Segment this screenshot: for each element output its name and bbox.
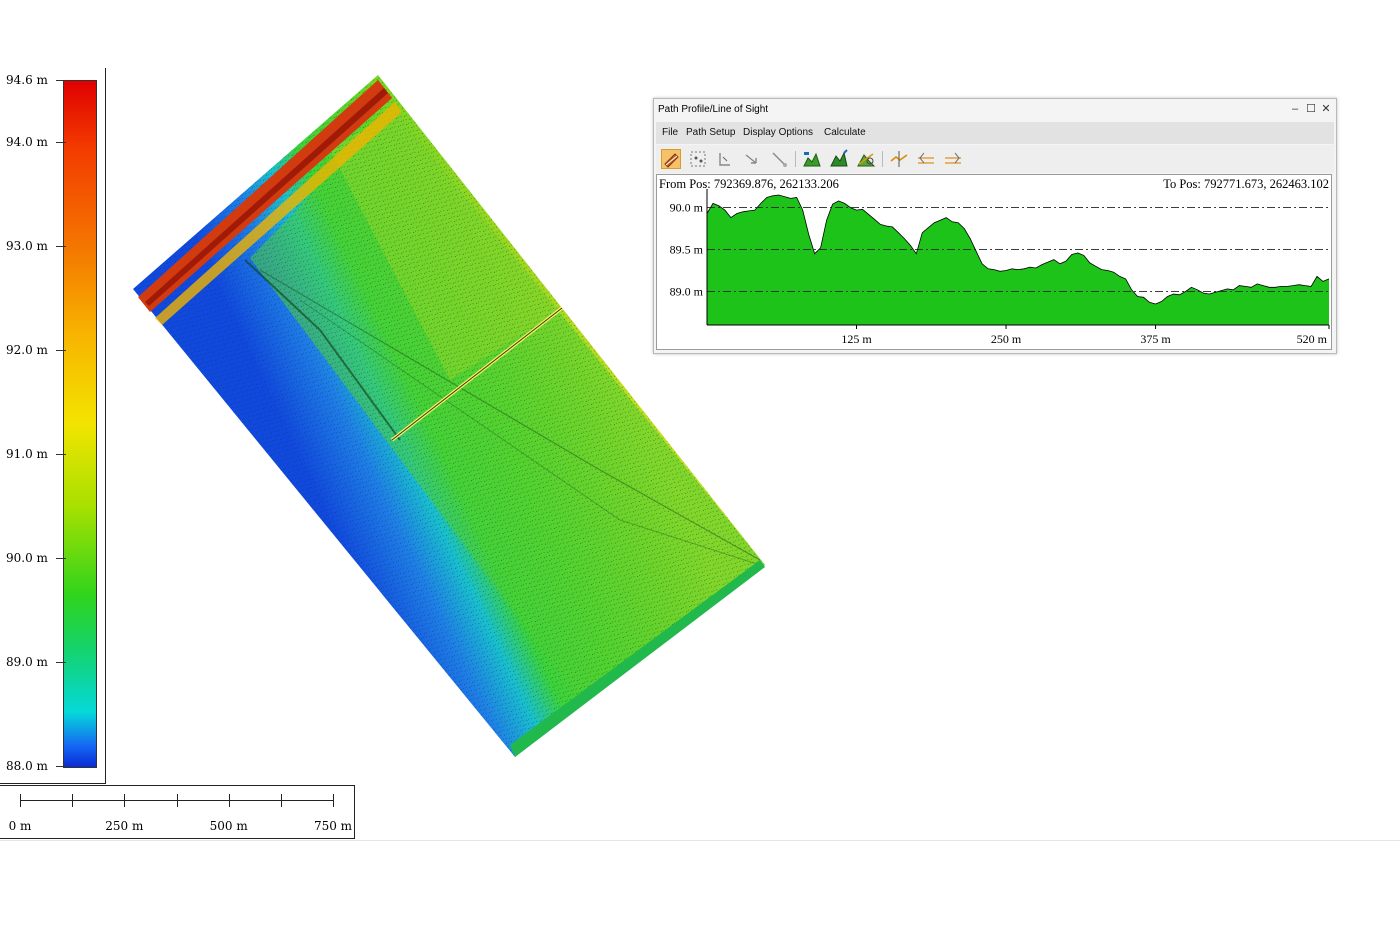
scale-bar-tick (124, 794, 126, 807)
profile-chart[interactable]: 90.0 m 89.5 m 89.0 m 125 m 250 m 375 m 520 m (657, 175, 1331, 349)
edit-points-button[interactable] (715, 149, 735, 169)
clear-path-icon (772, 152, 787, 167)
toolbar (656, 145, 1334, 173)
edit-points-icon (719, 153, 730, 166)
profile-area (707, 195, 1329, 325)
scale-bar: 0 m 250 m 500 m 750 m (0, 785, 355, 839)
divider (0, 840, 1400, 841)
add-marker-button[interactable] (889, 149, 909, 169)
minimize-button[interactable]: – (1288, 102, 1302, 116)
select-points-button[interactable] (688, 149, 708, 169)
prev-marker-button[interactable] (916, 149, 936, 169)
legend-tick-label: 91.0 m (6, 447, 66, 462)
menu-bar: File Path Setup Display Options Calculat… (656, 122, 1334, 144)
profile-chart-area[interactable]: 90.0 m 89.5 m 89.0 m 125 m 250 m 375 m 520 m F… (656, 174, 1332, 350)
maximize-button[interactable]: ☐ (1304, 102, 1318, 116)
scale-bar-label: 0 m (8, 819, 32, 833)
menu-path-setup[interactable]: Path Setup (686, 127, 735, 138)
draw-path-button[interactable] (661, 149, 681, 169)
elevation-legend: 94.6 m 94.0 m 93.0 m 92.0 m 91.0 m 90.0 m 89.0… (0, 68, 106, 784)
draw-path-icon (664, 153, 679, 168)
scale-bar-tick (228, 794, 230, 807)
terrain-profile-button[interactable] (802, 149, 822, 169)
legend-color-bar (63, 80, 97, 768)
line-of-sight-button[interactable] (856, 149, 876, 169)
scale-bar-tick (72, 794, 74, 807)
legend-tick-label: 94.0 m (6, 135, 66, 150)
x-tick-label: 250 m (991, 332, 1022, 346)
x-tick-label: 125 m (841, 332, 872, 346)
legend-tick-label: 93.0 m (6, 239, 66, 254)
menu-file[interactable]: File (662, 127, 678, 138)
legend-tick-label: 90.0 m (6, 551, 66, 566)
terrain-fill-button[interactable] (829, 149, 849, 169)
line-of-sight-icon (857, 153, 876, 167)
legend-tick-label: 88.0 m (6, 759, 66, 773)
add-marker-icon (890, 151, 908, 167)
scale-bar-label: 250 m (105, 819, 144, 833)
legend-tick-label: 92.0 m (6, 343, 66, 358)
next-marker-icon (945, 152, 961, 164)
menu-display-options[interactable]: Display Options (743, 127, 813, 138)
terrain-fill-icon (830, 149, 848, 167)
scale-bar-tick (20, 794, 21, 807)
legend-tick-label: 89.0 m (6, 655, 66, 670)
path-profile-window[interactable]: Path Profile/Line of Sight – ☐ ✕ File Pa… (653, 98, 1337, 354)
window-title: Path Profile/Line of Sight (658, 104, 769, 115)
y-tick-label: 89.5 m (670, 243, 704, 257)
x-tick-label: 375 m (1140, 332, 1171, 346)
clear-path-button[interactable] (769, 149, 789, 169)
to-position: To Pos: 792771.673, 262463.102 (1163, 177, 1329, 191)
toolbar-separator (795, 151, 796, 167)
toolbar-separator (882, 151, 883, 167)
move-path-button[interactable] (742, 149, 762, 169)
menu-calculate[interactable]: Calculate (824, 127, 866, 138)
scale-bar-tick (280, 794, 282, 807)
legend-tick-label: 94.6 m (6, 73, 66, 87)
from-position: From Pos: 792369.876, 262133.206 (659, 177, 839, 191)
scale-bar-label: 750 m (313, 819, 353, 833)
y-tick-label: 89.0 m (670, 284, 704, 298)
x-tick-label: 520 m (1297, 332, 1328, 346)
move-path-icon (745, 154, 757, 164)
scale-bar-tick (176, 794, 178, 807)
window-titlebar[interactable]: Path Profile/Line of Sight – ☐ ✕ (654, 99, 1336, 121)
y-tick-label: 90.0 m (670, 201, 704, 215)
scale-bar-label: 500 m (209, 819, 248, 833)
close-button[interactable]: ✕ (1319, 102, 1333, 116)
terrain-profile-icon (803, 152, 821, 167)
prev-marker-icon (918, 152, 934, 164)
scale-bar-tick (333, 794, 334, 807)
select-points-icon (690, 151, 706, 167)
next-marker-button[interactable] (943, 149, 963, 169)
